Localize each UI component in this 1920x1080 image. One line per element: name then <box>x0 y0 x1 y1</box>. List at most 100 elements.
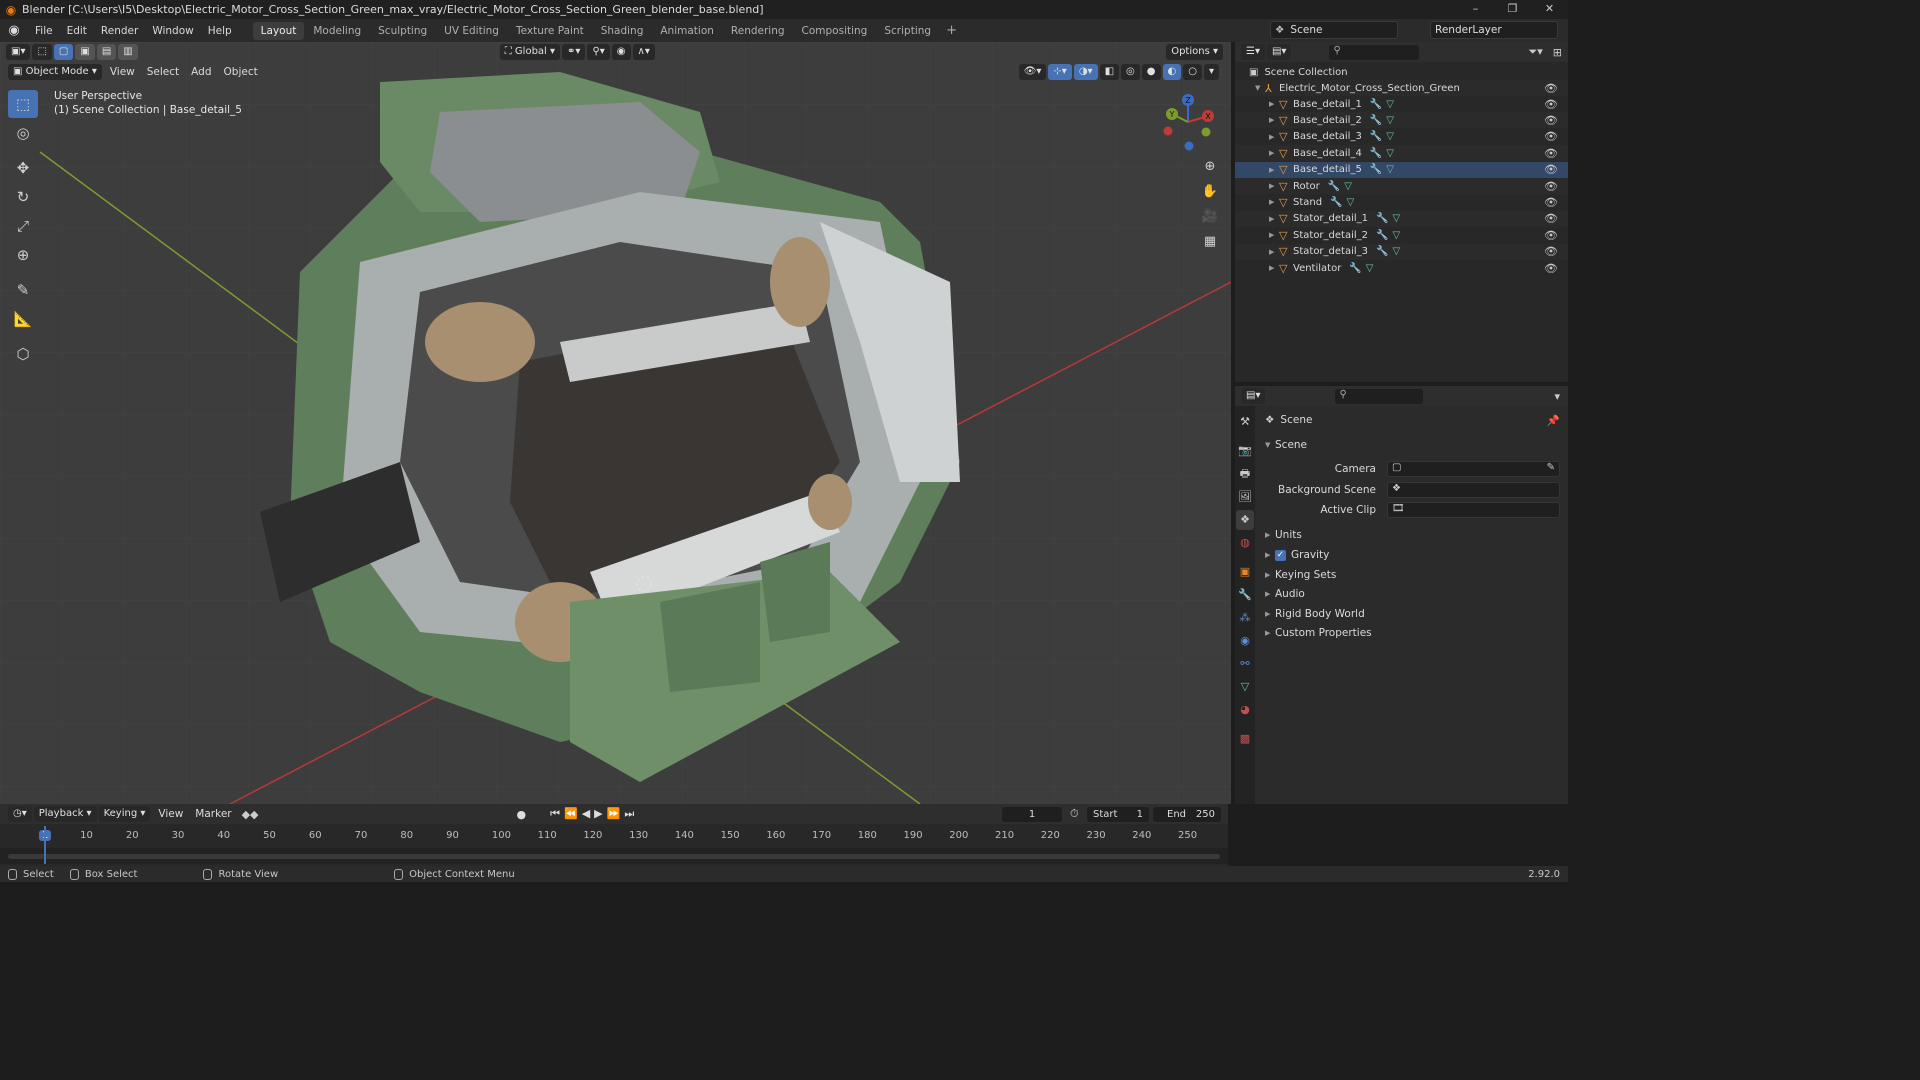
outliner-row-object[interactable]: ▶ ▽ Rotor 🔧 ▽ 👁 <box>1235 178 1568 194</box>
outliner-row-object[interactable]: ▶ ▽ Stator_detail_1 🔧 ▽ 👁 <box>1235 210 1568 227</box>
outliner-row-scene-collection[interactable]: ▣ Scene Collection <box>1235 64 1568 80</box>
rotate-tool-icon[interactable]: ↻ <box>8 183 38 211</box>
rigid-body-world-panel-header[interactable]: ▶ Rigid Body World <box>1265 605 1560 623</box>
expand-triangle-icon[interactable]: ▶ <box>1269 248 1279 256</box>
expand-triangle-icon[interactable]: ▶ <box>1269 198 1279 206</box>
playback-menu[interactable]: Playback ▾ <box>33 806 97 822</box>
xray-toggle[interactable]: ◧ <box>1099 64 1120 80</box>
outliner-row-object[interactable]: ▶ ▽ Base_detail_5 🔧 ▽ 👁 <box>1235 161 1568 178</box>
visibility-eye-icon[interactable]: 👁 <box>1544 98 1558 111</box>
constraint-properties-icon[interactable]: ⚯ <box>1236 654 1254 674</box>
active-clip-field[interactable]: 🎞 <box>1387 502 1560 518</box>
snap-toggle[interactable]: ⚲▾ <box>587 43 610 60</box>
collapse-triangle-icon[interactable]: ▼ <box>1255 84 1265 92</box>
pivot-dropdown[interactable]: ⚭▾ <box>562 43 586 60</box>
view-layer-selector[interactable]: RenderLayer <box>1430 21 1558 39</box>
pan-hand-icon[interactable]: ✋ <box>1198 180 1222 204</box>
tab-texture-paint[interactable]: Texture Paint <box>508 22 592 40</box>
audio-panel-header[interactable]: ▶ Audio <box>1265 585 1560 603</box>
modifier-wrench-icon[interactable]: 🔧 <box>1376 230 1388 241</box>
outliner-editor-type-button[interactable]: ☰▾ <box>1241 44 1265 60</box>
expand-triangle-icon[interactable]: ▶ <box>1269 166 1279 174</box>
keyframe-icons[interactable]: ◆◆ <box>242 808 259 821</box>
expand-triangle-icon[interactable]: ▶ <box>1269 100 1279 108</box>
modifier-wrench-icon[interactable]: 🔧 <box>1376 213 1388 224</box>
texture-properties-icon[interactable]: ▩ <box>1236 729 1254 749</box>
visibility-eye-icon[interactable]: 👁 <box>1544 130 1558 143</box>
gravity-checkbox[interactable]: ✓ <box>1275 549 1286 561</box>
mesh-data-icon[interactable]: ▽ <box>1366 263 1374 274</box>
select-mode-box-icon[interactable]: ▢ <box>53 43 74 60</box>
tab-compositing[interactable]: Compositing <box>794 22 876 40</box>
modifier-wrench-icon[interactable]: 🔧 <box>1370 148 1382 159</box>
cursor-tool-icon[interactable]: ◎ <box>8 119 38 147</box>
timeline-ruler[interactable]: 1102030405060708090100110120130140150160… <box>0 826 1228 848</box>
view-layer-properties-icon[interactable]: 🖼 <box>1236 487 1254 507</box>
tab-animation[interactable]: Animation <box>652 22 722 40</box>
eyedropper-icon[interactable]: ✎ <box>1547 462 1555 473</box>
overlay-toggle[interactable]: ◑▾ <box>1073 64 1098 80</box>
close-button[interactable]: ✕ <box>1531 0 1568 19</box>
shading-solid-icon[interactable]: ● <box>1141 64 1161 80</box>
select-box-tool-icon[interactable]: ⬚ <box>8 90 38 118</box>
render-properties-icon[interactable]: 📷 <box>1236 441 1254 461</box>
modifier-properties-icon[interactable]: 🔧 <box>1236 585 1254 605</box>
background-scene-field[interactable]: ❖ <box>1387 482 1560 498</box>
menu-file[interactable]: File <box>28 21 60 41</box>
outliner-row-object[interactable]: ▶ ▽ Base_detail_2 🔧 ▽ 👁 <box>1235 112 1568 129</box>
new-collection-icon[interactable]: ⊞ <box>1553 46 1562 59</box>
falloff-dropdown[interactable]: ∧▾ <box>632 43 655 60</box>
navigation-gizmo[interactable]: Z X Y <box>1160 92 1220 152</box>
shading-wireframe-icon[interactable]: ◎ <box>1121 64 1140 80</box>
visibility-eye-icon[interactable]: 👁 <box>1544 262 1558 275</box>
properties-options-icon[interactable]: ▾ <box>1554 390 1560 403</box>
visibility-eye-icon[interactable]: 👁 <box>1544 229 1558 242</box>
tab-uv-editing[interactable]: UV Editing <box>436 22 507 40</box>
record-button[interactable]: ● <box>517 808 527 821</box>
visibility-eye-icon[interactable]: 👁 <box>1544 163 1558 176</box>
properties-search-input[interactable]: ⚲ <box>1335 388 1424 404</box>
tab-scripting[interactable]: Scripting <box>876 22 939 40</box>
expand-triangle-icon[interactable]: ▶ <box>1269 182 1279 190</box>
mesh-data-icon[interactable]: ▽ <box>1344 181 1352 192</box>
timeline-menu-view[interactable]: View <box>152 808 189 820</box>
timeline-editor-type-button[interactable]: ◷▾ <box>8 806 32 822</box>
scale-tool-icon[interactable]: ⤢ <box>8 212 38 240</box>
preview-range-icon[interactable]: ⏱ <box>1070 807 1079 821</box>
modifier-wrench-icon[interactable]: 🔧 <box>1370 164 1382 175</box>
select-mode-extend-icon[interactable]: ▣ <box>75 43 95 60</box>
outliner-row-object[interactable]: ▶ ▽ Stator_detail_3 🔧 ▽ 👁 <box>1235 243 1568 260</box>
mesh-data-icon[interactable]: ▽ <box>1392 213 1400 224</box>
expand-triangle-icon[interactable]: ▶ <box>1269 264 1279 272</box>
outliner-row-collection[interactable]: ▼ ⅄ Electric_Motor_Cross_Section_Green 👁 <box>1235 80 1568 96</box>
outliner-row-object[interactable]: ▶ ▽ Base_detail_3 🔧 ▽ 👁 <box>1235 129 1568 145</box>
tab-shading[interactable]: Shading <box>593 22 652 40</box>
mesh-data-icon[interactable]: ▽ <box>1386 164 1394 175</box>
select-mode-invert-icon[interactable]: ▥ <box>118 43 138 60</box>
particle-properties-icon[interactable]: ⁂ <box>1236 608 1254 628</box>
mesh-data-icon[interactable]: ▽ <box>1392 246 1400 257</box>
camera-field[interactable]: ▢ ✎ <box>1387 461 1560 477</box>
measure-tool-icon[interactable]: 📐 <box>8 305 38 333</box>
gizmo-toggle[interactable]: ⊹▾ <box>1048 64 1072 80</box>
end-frame-field[interactable]: End 250 <box>1153 807 1221 822</box>
outliner-row-object[interactable]: ▶ ▽ Ventilator 🔧 ▽ 👁 <box>1235 260 1568 276</box>
outliner-row-object[interactable]: ▶ ▽ Base_detail_4 🔧 ▽ 👁 <box>1235 145 1568 162</box>
menu-render[interactable]: Render <box>94 21 145 41</box>
scene-panel-header[interactable]: ▼ Scene <box>1265 436 1560 454</box>
properties-editor-type-button[interactable]: ▤▾ <box>1241 388 1266 404</box>
playback-controls[interactable]: ⏮⏪◀▶⏩⏭ <box>550 807 638 821</box>
modifier-wrench-icon[interactable]: 🔧 <box>1349 263 1361 274</box>
visibility-eye-icon[interactable]: 👁 <box>1544 114 1558 127</box>
proportional-edit-toggle[interactable]: ◉ <box>611 43 631 60</box>
expand-triangle-icon[interactable]: ▶ <box>1269 116 1279 124</box>
menu-help[interactable]: Help <box>201 21 239 41</box>
modifier-wrench-icon[interactable]: 🔧 <box>1370 131 1382 142</box>
viewport-menu-select[interactable]: Select <box>141 66 185 78</box>
data-properties-icon[interactable]: ▽ <box>1236 677 1254 697</box>
modifier-wrench-icon[interactable]: 🔧 <box>1330 197 1342 208</box>
modifier-wrench-icon[interactable]: 🔧 <box>1370 99 1382 110</box>
visibility-eye-icon[interactable]: 👁 <box>1544 180 1558 193</box>
tab-layout[interactable]: Layout <box>252 21 305 40</box>
custom-properties-panel-header[interactable]: ▶ Custom Properties <box>1265 624 1560 642</box>
